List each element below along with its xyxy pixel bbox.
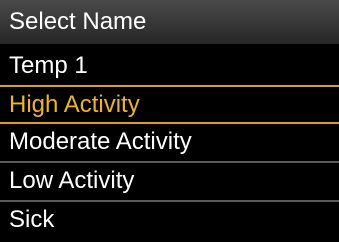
list-item-label: High Activity [9, 91, 140, 118]
list-item-low-activity[interactable]: Low Activity [0, 163, 339, 202]
list-item-label: Sick [9, 206, 55, 233]
name-list: Temp 1 High Activity Moderate Activity L… [0, 48, 339, 239]
list-item-label: Temp 1 [9, 52, 88, 79]
list-item-label: Low Activity [9, 167, 135, 194]
title-bar: Select Name [0, 0, 339, 44]
list-item-moderate-activity[interactable]: Moderate Activity [0, 124, 339, 163]
list-item-label: Moderate Activity [9, 128, 192, 155]
list-item-sick[interactable]: Sick [0, 202, 339, 239]
list-item-temp-1[interactable]: Temp 1 [0, 48, 339, 87]
device-screen: Select Name Temp 1 High Activity Moderat… [0, 0, 339, 242]
list-item-high-activity[interactable]: High Activity [0, 85, 339, 124]
screen-title: Select Name [9, 8, 147, 35]
